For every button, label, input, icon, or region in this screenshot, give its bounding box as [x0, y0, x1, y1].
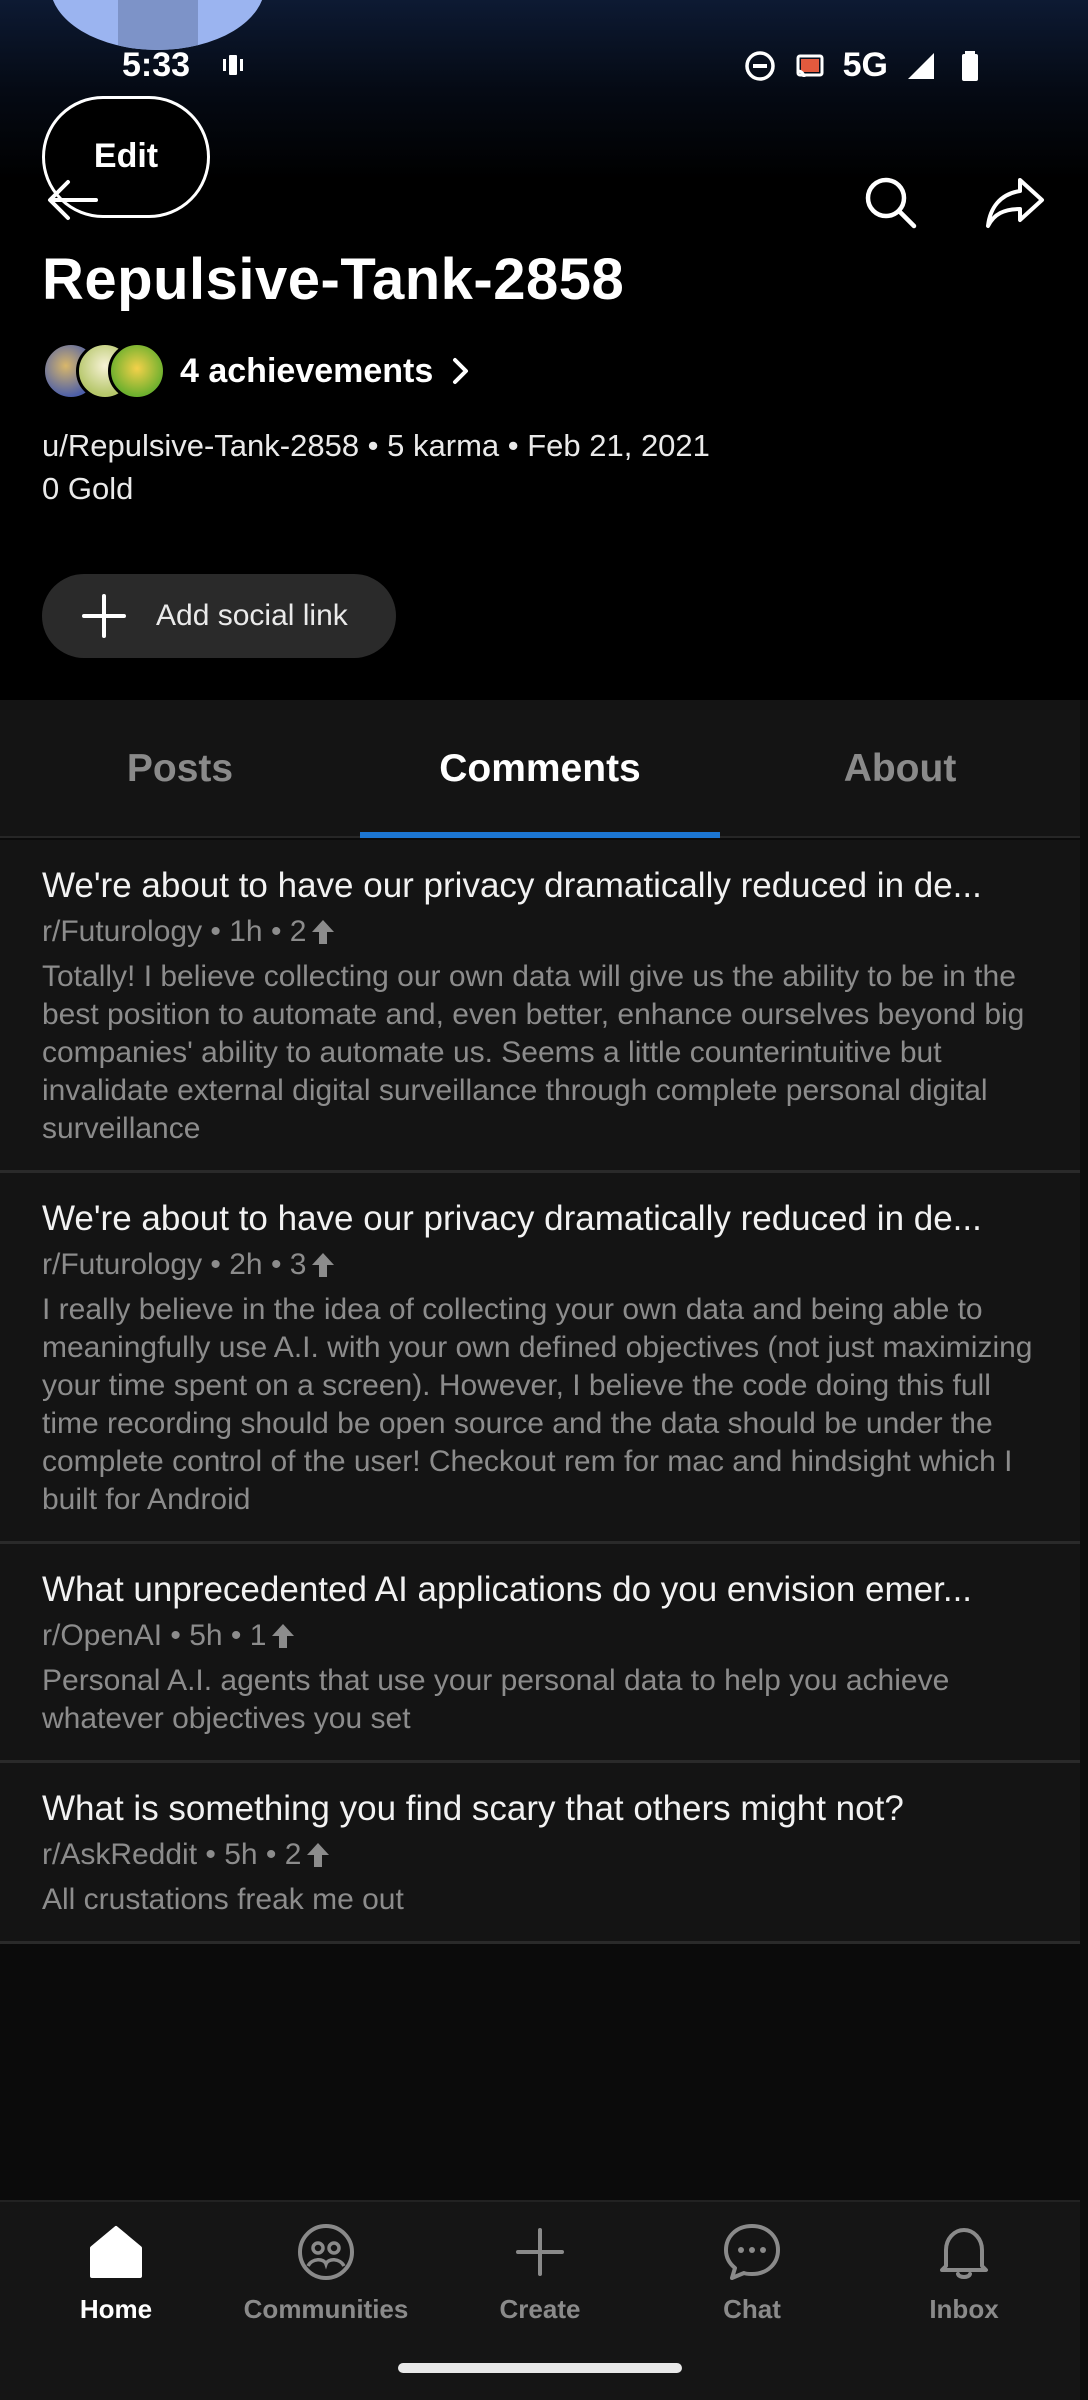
communities-icon: [298, 2224, 354, 2280]
comment-meta: r/Futurology • 1h • 2: [42, 912, 1038, 952]
add-social-link-label: Add social link: [156, 599, 348, 632]
tab-posts[interactable]: Posts: [0, 700, 360, 838]
nav-home[interactable]: Home: [8, 2220, 224, 2340]
comment-meta: r/OpenAI • 5h • 1: [42, 1616, 1038, 1656]
comment-post-title: What unprecedented AI applications do yo…: [42, 1570, 973, 1609]
nav-communities[interactable]: Communities: [218, 2220, 434, 2340]
upvote-icon: [272, 1624, 295, 1648]
achievement-badges: [42, 340, 168, 402]
comment-body: Personal A.I. agents that use your perso…: [42, 1664, 950, 1735]
nav-chat-label: Chat: [723, 2294, 781, 2324]
status-bar: 5:33 5G: [0, 40, 1088, 92]
upvote-icon: [312, 920, 335, 944]
comment-body: All crustations freak me out: [42, 1883, 404, 1916]
upvote-icon: [307, 1843, 330, 1867]
chat-icon: [724, 2224, 780, 2280]
comment-meta-text: r/OpenAI • 5h • 1: [42, 1619, 267, 1652]
tab-about[interactable]: About: [720, 700, 1080, 838]
comment-meta: r/AskReddit • 5h • 2: [42, 1835, 1038, 1875]
comment-item[interactable]: What is something you find scary that ot…: [0, 1763, 1080, 1944]
home-gesture-bar[interactable]: [398, 2363, 682, 2373]
comment-post-title: What is something you find scary that ot…: [42, 1789, 904, 1828]
home-icon: [90, 2226, 142, 2278]
nav-home-label: Home: [79, 2294, 153, 2324]
comment-post-title: We're about to have our privacy dramatic…: [42, 866, 982, 905]
plus-icon: [516, 2228, 564, 2276]
profile-username: Repulsive-Tank-2858: [42, 247, 625, 312]
nav-chat[interactable]: Chat: [644, 2220, 860, 2340]
comment-meta-text: r/AskReddit • 5h • 2: [42, 1838, 302, 1871]
upvote-icon: [312, 1253, 335, 1277]
nav-create-label: Create: [499, 2294, 581, 2324]
comment-item[interactable]: What unprecedented AI applications do yo…: [0, 1544, 1080, 1763]
nav-communities-label: Communities: [243, 2294, 409, 2324]
bell-icon: [940, 2228, 988, 2279]
share-icon[interactable]: [984, 172, 1048, 232]
network-label: 5G: [842, 46, 888, 84]
comment-meta-text: r/Futurology • 2h • 3: [42, 1248, 307, 1281]
comment-item[interactable]: We're about to have our privacy dramatic…: [0, 1173, 1080, 1544]
achievements-link[interactable]: 4 achievements: [42, 338, 475, 404]
comment-meta-text: r/Futurology • 1h • 2: [42, 915, 307, 948]
comment-item[interactable]: We're about to have our privacy dramatic…: [0, 840, 1080, 1173]
chevron-right-icon: [453, 358, 469, 384]
achievement-badge-icon: [108, 342, 166, 400]
achievements-label: 4 achievements: [180, 351, 434, 390]
back-arrow-icon[interactable]: [44, 172, 100, 228]
profile-tabs: Posts Comments About: [0, 700, 1080, 838]
profile-meta: u/Repulsive-Tank-2858 • 5 karma • Feb 21…: [42, 428, 710, 463]
nav-inbox-label: Inbox: [929, 2294, 999, 2324]
comment-body: I really believe in the idea of collecti…: [42, 1293, 1033, 1516]
status-time: 5:33: [122, 46, 191, 84]
gold-count: 0 Gold: [42, 471, 134, 506]
plus-icon: [82, 594, 126, 638]
do-not-disturb-icon: [744, 50, 775, 81]
nav-inbox[interactable]: Inbox: [856, 2220, 1072, 2340]
cast-icon: [796, 54, 824, 77]
comments-list: We're about to have our privacy dramatic…: [0, 840, 1080, 1944]
battery-icon: [962, 50, 978, 81]
tab-comments[interactable]: Comments: [360, 700, 720, 838]
comment-meta: r/Futurology • 2h • 3: [42, 1245, 1038, 1285]
nav-create[interactable]: Create: [432, 2220, 648, 2340]
profile-header: 5:33 5G Edit Repulsive-Tank-2858 4 achie…: [0, 0, 1088, 700]
signal-icon: [908, 52, 934, 79]
vibrate-icon: [218, 50, 248, 88]
comment-body: Totally! I believe collecting our own da…: [42, 960, 1025, 1145]
add-social-link-button[interactable]: Add social link: [42, 574, 396, 658]
comment-post-title: We're about to have our privacy dramatic…: [42, 1199, 982, 1238]
selected-tab-indicator: [360, 832, 720, 838]
search-icon[interactable]: [860, 172, 920, 232]
